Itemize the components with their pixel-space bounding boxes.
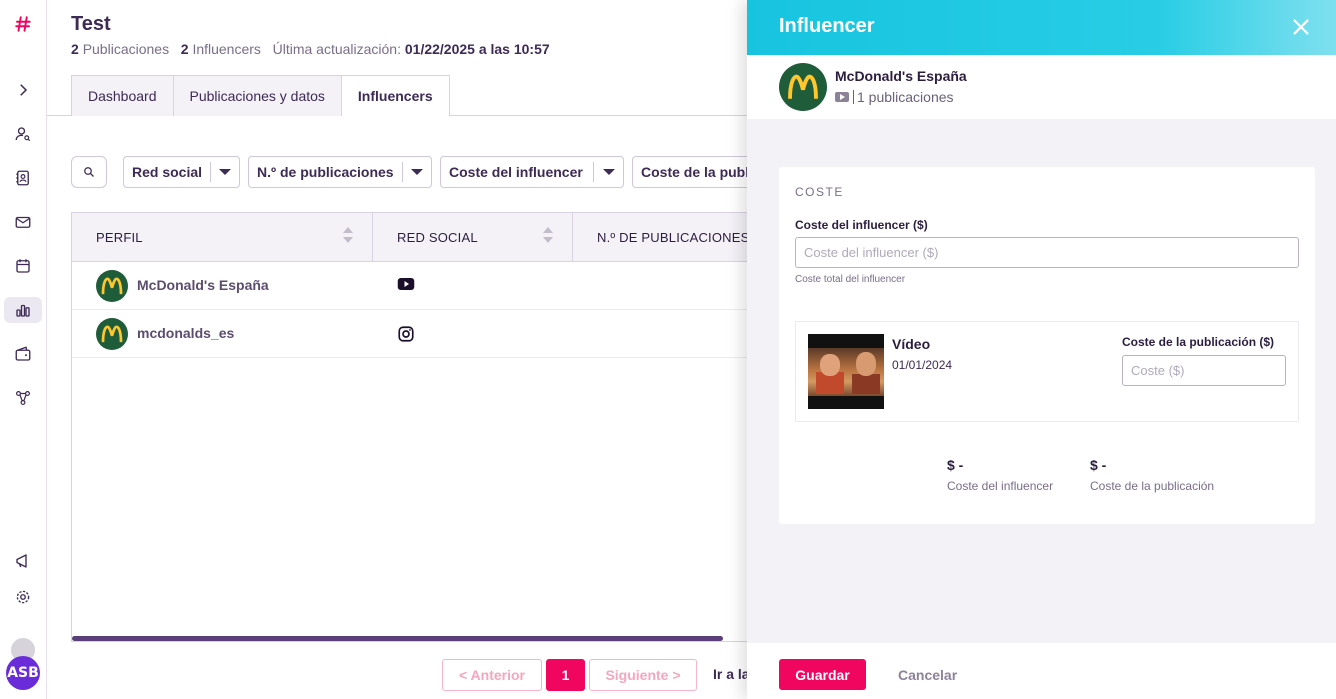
publications-count: 2 — [71, 41, 79, 57]
save-button[interactable]: Guardar — [779, 659, 866, 690]
total-label: Coste del influencer — [947, 479, 1054, 493]
drawer-footer: Guardar Cancelar — [747, 643, 1336, 699]
youtube-icon — [397, 277, 415, 296]
column-header-profile[interactable]: PERFIL — [96, 213, 143, 262]
filter-label: N.º de publicaciones — [257, 164, 394, 180]
mcdonalds-logo-icon — [96, 318, 128, 350]
sort-icon[interactable] — [343, 227, 353, 247]
chevron-down-icon — [593, 162, 623, 182]
drawer-profile-name: McDonald's España — [835, 68, 967, 84]
chevron-down-icon — [210, 162, 239, 182]
total-value: $ - — [1090, 457, 1107, 473]
video-thumbnail[interactable] — [808, 334, 884, 409]
bar-chart-icon[interactable] — [4, 297, 42, 323]
user-search-icon[interactable] — [10, 121, 36, 147]
updated-label: Última actualización: — [272, 41, 401, 57]
total-value: $ - — [947, 457, 964, 473]
filter-label: Red social — [132, 164, 203, 180]
tab-influencers[interactable]: Influencers — [341, 75, 450, 116]
publication-date: 01/01/2024 — [892, 358, 953, 372]
table-row[interactable]: McDonald's España — [72, 262, 751, 310]
avatar[interactable]: ASB — [6, 656, 40, 690]
publications-label: Publicaciones — [82, 41, 170, 57]
app-root: ASB Test 2 Publicaciones 2 Influencers Ú… — [0, 0, 1336, 699]
filter-publications-count[interactable]: N.º de publicaciones — [248, 156, 432, 188]
publications-count-text: 1 publicaciones — [857, 89, 954, 105]
page-number-button[interactable]: 1 — [546, 659, 585, 691]
drawer-profile-sub: 1 publicaciones — [835, 89, 954, 105]
tab-bar: Dashboard Publicaciones y datos Influenc… — [71, 75, 450, 116]
publication-item: Vídeo 01/01/2024 Coste de la publicación… — [795, 321, 1299, 422]
page-title: Test — [71, 13, 111, 35]
column-header-publications[interactable]: N.º DE PUBLICACIONES — [597, 213, 750, 262]
filter-label: Coste del influencer — [449, 164, 583, 180]
influencer-cost-label: Coste del influencer ($) — [795, 218, 928, 232]
go-to-page-label: Ir a la — [713, 666, 750, 682]
cost-card: COSTE Coste del influencer ($) Coste tot… — [779, 167, 1315, 524]
tab-dashboard[interactable]: Dashboard — [71, 75, 174, 116]
mcdonalds-logo-icon — [96, 270, 128, 302]
cancel-button[interactable]: Cancelar — [898, 667, 957, 683]
horizontal-scrollbar[interactable] — [72, 636, 723, 641]
column-divider — [372, 213, 373, 262]
wallet-icon[interactable] — [10, 341, 36, 367]
youtube-icon — [835, 92, 849, 102]
drawer-header: Influencer — [747, 0, 1336, 55]
megaphone-icon[interactable] — [10, 548, 36, 574]
gear-icon[interactable] — [10, 584, 36, 610]
chevron-right-icon[interactable] — [10, 77, 36, 103]
filter-social-network[interactable]: Red social — [123, 156, 240, 188]
next-page-button[interactable]: Siguiente > — [589, 659, 697, 691]
profile-name[interactable]: mcdonalds_es — [137, 325, 234, 341]
search-button[interactable] — [71, 156, 107, 188]
share-network-icon[interactable] — [10, 385, 36, 411]
updated-value: 01/22/2025 a las 10:57 — [404, 41, 550, 57]
publication-cost-input[interactable] — [1122, 355, 1286, 386]
mail-icon[interactable] — [10, 209, 36, 235]
sort-icon[interactable] — [543, 227, 553, 247]
section-title: COSTE — [795, 185, 844, 199]
chevron-down-icon — [401, 162, 431, 182]
left-rail: ASB — [0, 0, 47, 699]
column-header-network[interactable]: RED SOCIAL — [397, 213, 478, 262]
influencer-cost-hint: Coste total del influencer — [795, 274, 906, 285]
drawer-profile: McDonald's España 1 publicaciones — [747, 55, 1336, 119]
mcdonalds-logo-icon — [779, 63, 827, 111]
filter-label: Coste de la publicación — [641, 164, 752, 180]
tab-publications[interactable]: Publicaciones y datos — [173, 75, 342, 116]
previous-page-button[interactable]: < Anterior — [442, 659, 542, 691]
filter-publication-cost[interactable]: Coste de la publicación — [632, 156, 752, 188]
column-divider — [572, 213, 573, 262]
total-publication-cost: $ - Coste de la publicación — [1090, 457, 1214, 493]
contacts-icon[interactable] — [10, 165, 36, 191]
influencers-count: 2 — [180, 41, 189, 57]
hash-logo-icon[interactable] — [10, 11, 36, 37]
publication-type: Vídeo — [892, 336, 931, 352]
divider — [853, 90, 854, 104]
calendar-icon[interactable] — [10, 253, 36, 279]
page-meta: 2 Publicaciones 2 Influencers Última act… — [71, 41, 550, 57]
instagram-icon — [397, 325, 415, 348]
publication-cost-label: Coste de la publicación ($) — [1122, 335, 1275, 349]
influencer-cost-input[interactable] — [795, 237, 1299, 268]
filter-influencer-cost[interactable]: Coste del influencer — [440, 156, 624, 188]
influencers-table: PERFIL RED SOCIAL N.º DE PUBLICACIONES M… — [71, 212, 751, 642]
close-icon[interactable] — [1290, 16, 1312, 38]
drawer-title: Influencer — [779, 15, 875, 37]
total-label: Coste de la publicación — [1090, 479, 1215, 493]
table-header: PERFIL RED SOCIAL N.º DE PUBLICACIONES — [72, 213, 751, 262]
search-icon — [84, 167, 94, 177]
profile-name[interactable]: McDonald's España — [137, 277, 269, 293]
total-influencer-cost: $ - Coste del influencer — [947, 457, 1053, 493]
influencer-drawer: Influencer McDonald's España 1 publicaci… — [747, 0, 1336, 699]
table-row[interactable]: mcdonalds_es — [72, 310, 751, 358]
influencers-label: Influencers — [192, 41, 261, 57]
